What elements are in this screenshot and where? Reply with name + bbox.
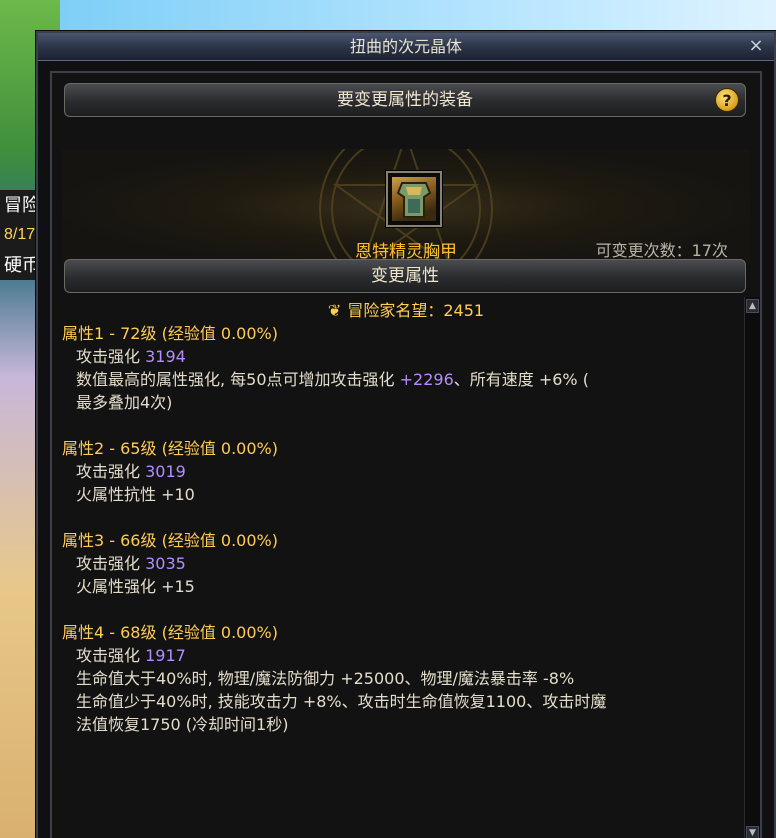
strength-label: 攻击强化: [76, 554, 141, 573]
close-button[interactable]: ×: [746, 36, 766, 56]
chest-armor-icon: [392, 177, 436, 221]
effect-bonus-value: +2296: [399, 370, 454, 389]
attribute-list: ❦ 冒险家名望：2451 属性1 - 72级 (经验值 0.00%) 攻击强化 3…: [62, 299, 732, 838]
attribute-scrollbar[interactable]: ▲ ▼: [744, 297, 760, 838]
reputation-line: ❦ 冒险家名望：2451: [80, 299, 732, 322]
attack-strength-line: 攻击强化 1917: [62, 644, 732, 667]
strength-label: 攻击强化: [76, 347, 141, 366]
attribute-effect-line: 数值最高的属性强化, 每50点可增加攻击强化 +2296、所有速度 +6% (: [62, 368, 732, 391]
equipment-panel: 恩特精灵胸甲 可变更次数：17次: [62, 149, 750, 265]
attribute-effect-line: 生命值少于40%时, 技能攻击力 +8%、攻击时生命值恢复1100、攻击时魔: [76, 692, 607, 711]
strength-value: 1917: [145, 646, 186, 665]
attack-strength-line: 攻击强化 3035: [62, 552, 732, 575]
scroll-down-icon[interactable]: ▼: [746, 826, 759, 838]
window-title: 扭曲的次元晶体: [349, 37, 462, 56]
attribute-title: 属性4 - 68级 (经验值 0.00%): [62, 623, 278, 642]
attribute-effect-line: 最多叠加4次): [76, 393, 173, 412]
equipment-section-header: 要变更属性的装备 ?: [64, 83, 746, 117]
attribute-effect-line: 火属性抗性 +10: [76, 485, 195, 504]
attribute-group-2: 属性2 - 65级 (经验值 0.00%) 攻击强化 3019 火属性抗性 +1…: [62, 437, 732, 506]
equipment-section-title: 要变更属性的装备: [337, 90, 473, 110]
strength-value: 3019: [145, 462, 186, 481]
attribute-group-1: 属性1 - 72级 (经验值 0.00%) 攻击强化 3194 数值最高的属性强…: [62, 322, 732, 414]
effect-text: 、所有速度 +6% (: [453, 370, 589, 389]
attribute-title: 属性1 - 72级 (经验值 0.00%): [62, 324, 278, 343]
attribute-title: 属性2 - 65级 (经验值 0.00%): [62, 439, 278, 458]
strength-value: 3194: [145, 347, 186, 366]
attribute-group-4: 属性4 - 68级 (经验值 0.00%) 攻击强化 1917 生命值大于40%…: [62, 621, 732, 736]
attack-strength-line: 攻击强化 3194: [62, 345, 732, 368]
attribute-effect-line: 法值恢复1750 (冷却时间1秒): [76, 715, 289, 734]
strength-label: 攻击强化: [76, 646, 141, 665]
help-button[interactable]: ?: [715, 88, 739, 112]
window-body: 要变更属性的装备 ? 恩特精灵胸甲 可变更次数：17次 变更属性 ❦ 冒险家名望…: [50, 71, 762, 838]
effect-text: 数值最高的属性强化, 每50点可增加攻击强化: [76, 370, 400, 389]
attributes-section-title: 变更属性: [371, 266, 439, 286]
attribute-group-3: 属性3 - 66级 (经验值 0.00%) 攻击强化 3035 火属性强化 +1…: [62, 529, 732, 598]
change-count-label: 可变更次数：17次: [595, 241, 728, 260]
strength-value: 3035: [145, 554, 186, 573]
attack-strength-line: 攻击强化 3019: [62, 460, 732, 483]
equipment-item-slot[interactable]: [386, 171, 442, 227]
reputation-text: 冒险家名望：2451: [347, 301, 485, 320]
window-titlebar[interactable]: 扭曲的次元晶体 ×: [38, 33, 774, 61]
attribute-title: 属性3 - 66级 (经验值 0.00%): [62, 531, 278, 550]
dimension-crystal-window: 扭曲的次元晶体 × 要变更属性的装备 ? 恩特精灵胸甲 可变更次数：17次 变更…: [36, 31, 776, 838]
scroll-up-icon[interactable]: ▲: [746, 299, 759, 313]
attribute-effect-line: 生命值大于40%时, 物理/魔法防御力 +25000、物理/魔法暴击率 -8%: [76, 669, 575, 688]
strength-label: 攻击强化: [76, 462, 141, 481]
attribute-effect-line: 火属性强化 +15: [76, 577, 195, 596]
attributes-section-header: 变更属性: [64, 259, 746, 293]
reputation-emblem-icon: ❦: [327, 301, 342, 320]
